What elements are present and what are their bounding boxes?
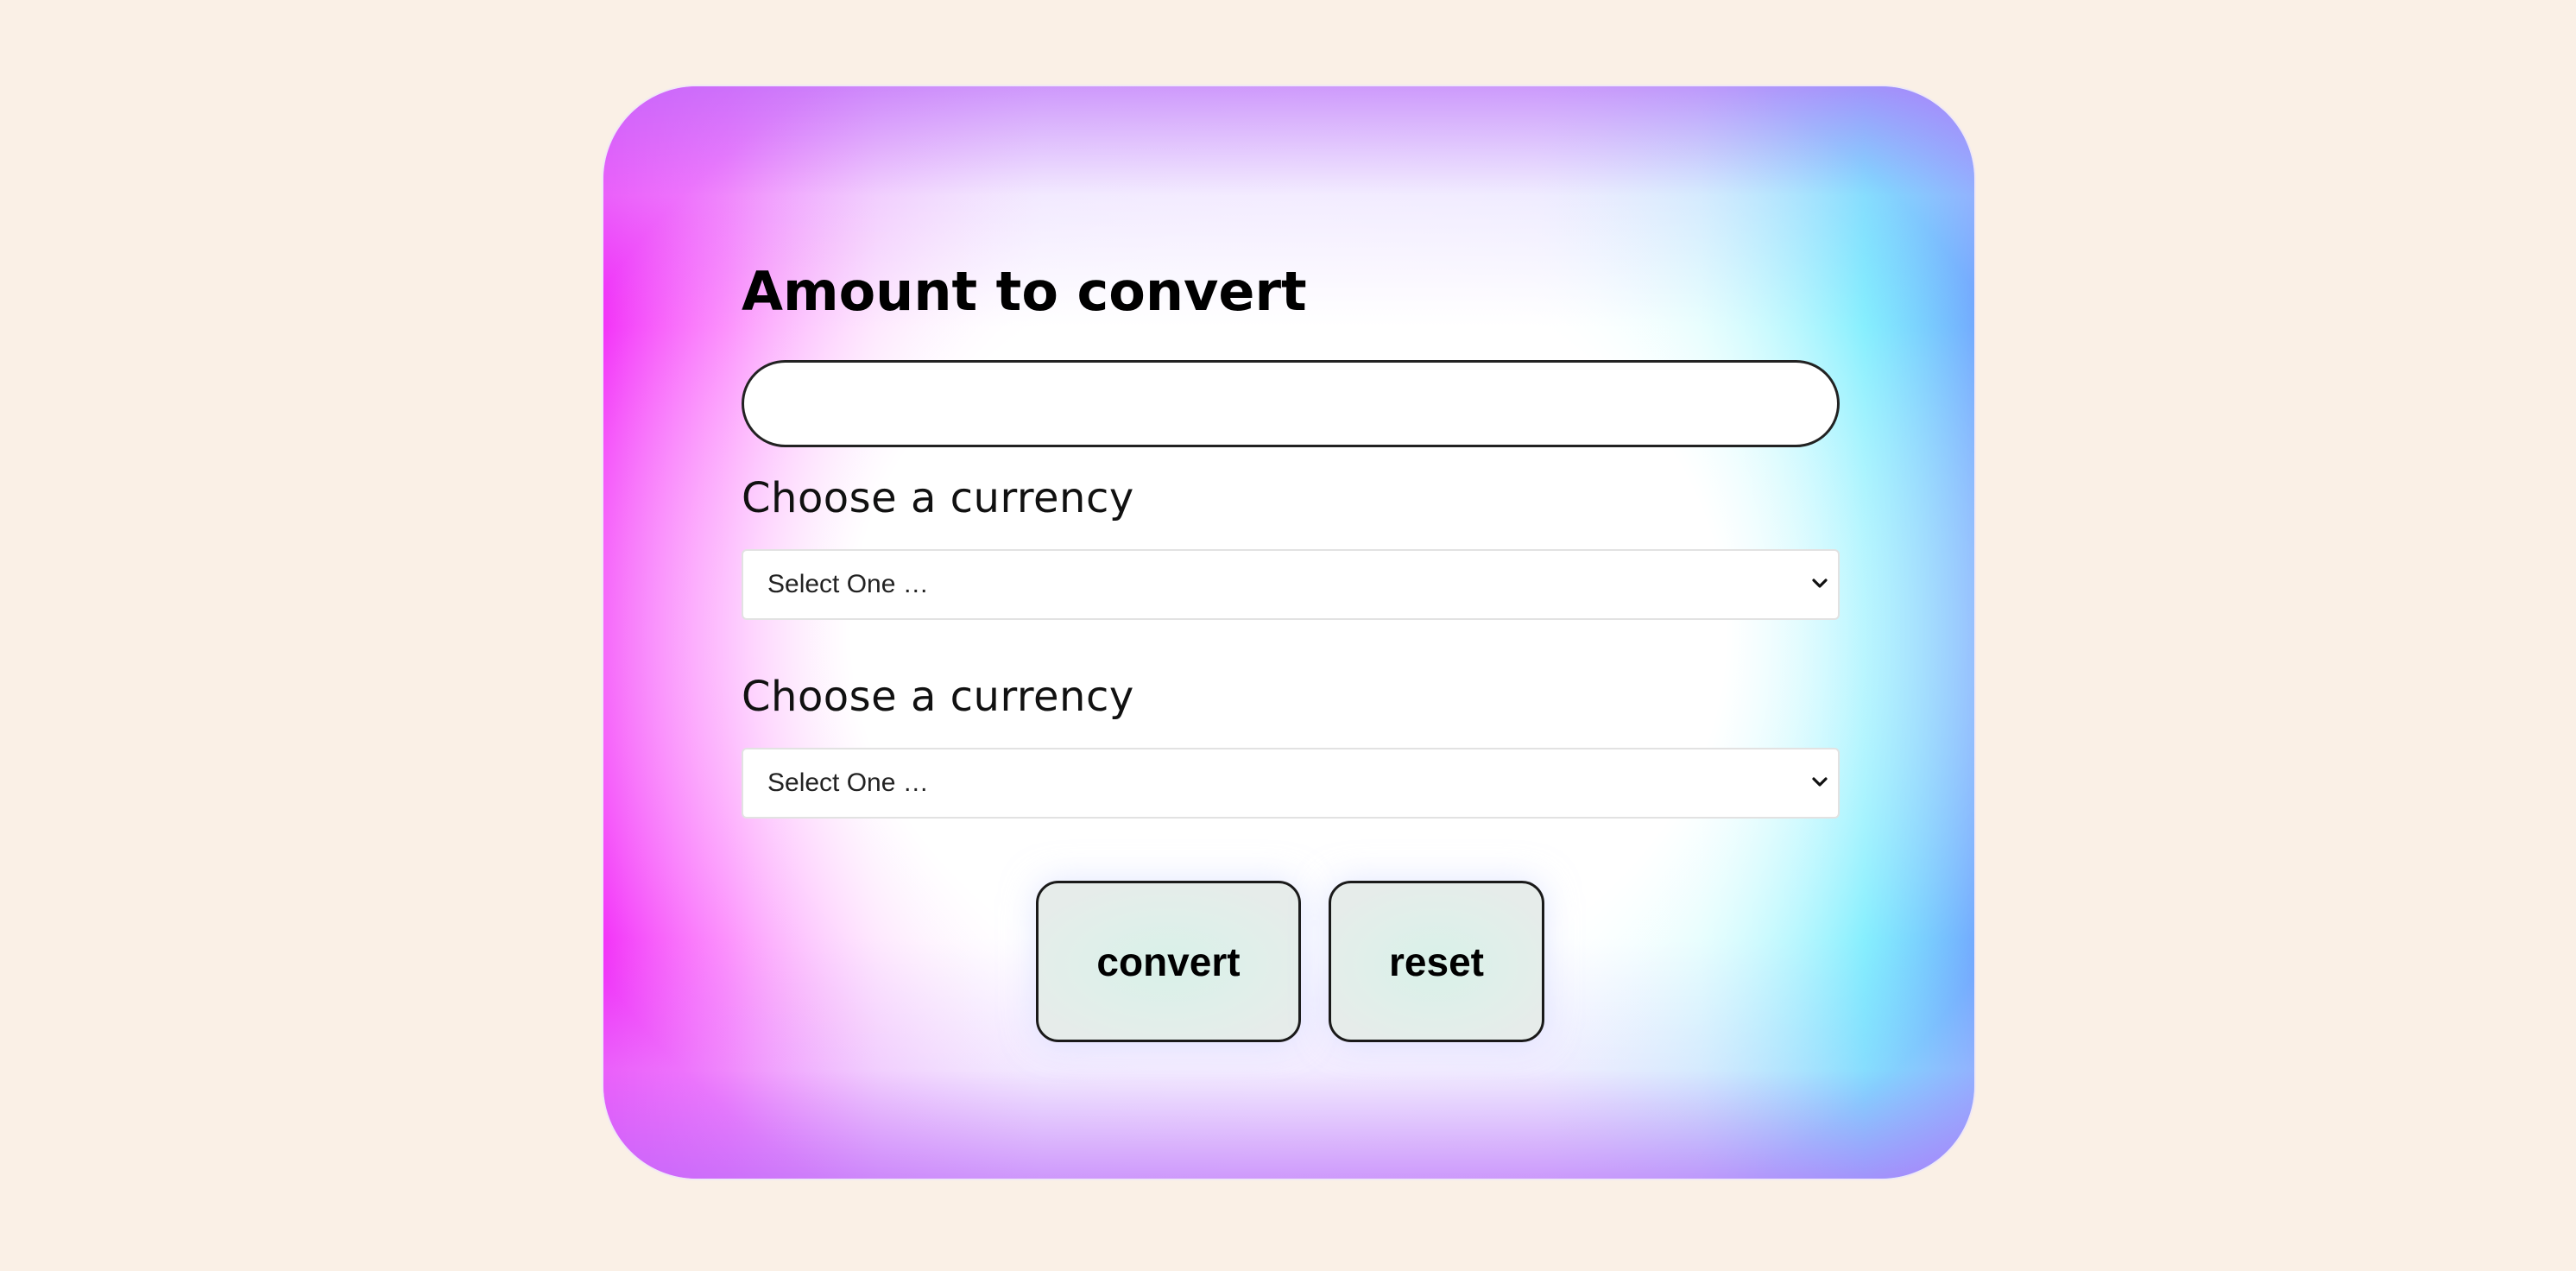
- converter-form: Amount to convert Choose a currency Sele…: [742, 86, 1840, 1179]
- to-currency-label: Choose a currency: [742, 673, 1134, 721]
- to-currency-select[interactable]: Select One …: [742, 748, 1840, 819]
- amount-input[interactable]: [742, 360, 1840, 447]
- chevron-down-icon: [1812, 777, 1828, 787]
- form-title: Amount to convert: [742, 260, 1307, 323]
- chevron-down-icon: [1812, 579, 1828, 588]
- converter-card: Amount to convert Choose a currency Sele…: [602, 85, 1976, 1180]
- from-currency-select[interactable]: Select One …: [742, 549, 1840, 620]
- to-currency-selected-value: Select One …: [767, 768, 929, 797]
- convert-button[interactable]: convert: [1036, 881, 1301, 1042]
- from-currency-selected-value: Select One …: [767, 570, 929, 598]
- reset-button[interactable]: reset: [1329, 881, 1544, 1042]
- from-currency-label: Choose a currency: [742, 474, 1134, 522]
